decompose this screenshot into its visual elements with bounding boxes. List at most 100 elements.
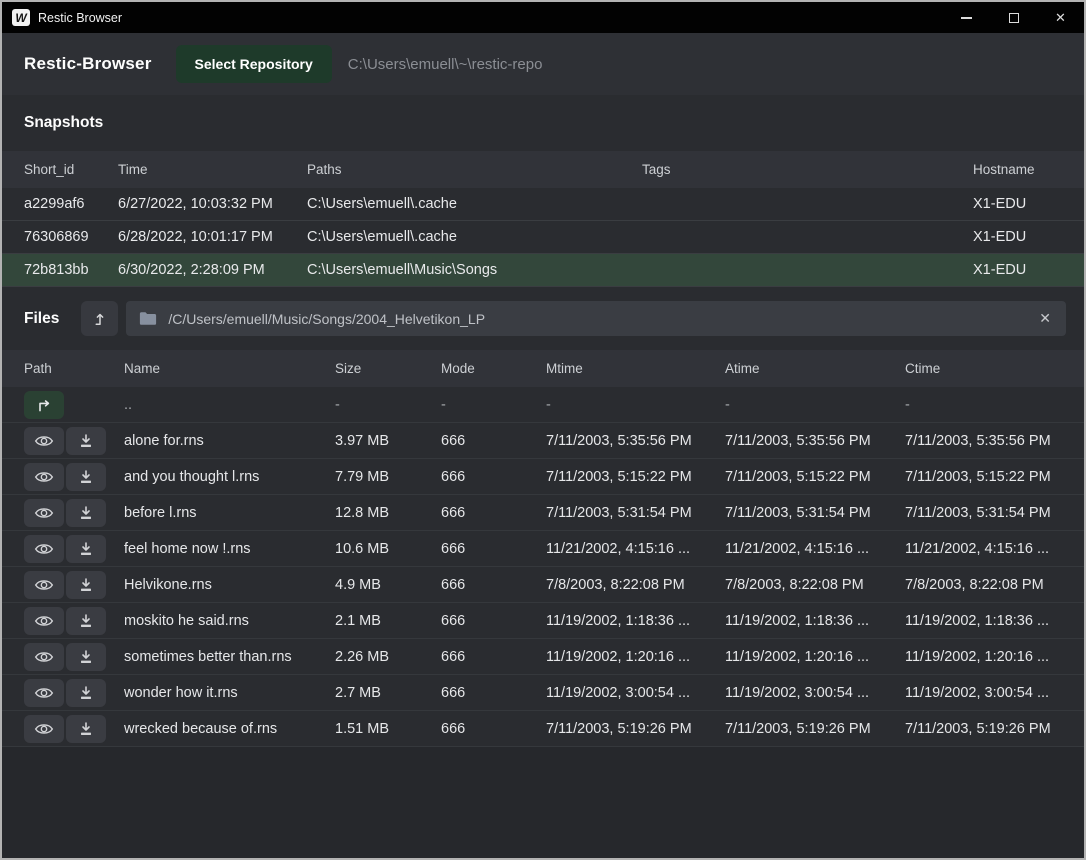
file-name: .. <box>124 397 335 413</box>
file-ctime: 11/21/2002, 4:15:16 ... <box>905 541 1084 557</box>
maximize-button[interactable] <box>990 2 1037 33</box>
file-row[interactable]: and you thought l.rns7.79 MB6667/11/2003… <box>2 459 1084 495</box>
snapshot-row[interactable]: a2299af6 6/27/2022, 10:03:32 PM C:\Users… <box>2 188 1084 221</box>
file-size: 7.79 MB <box>335 469 441 485</box>
file-size: 2.7 MB <box>335 685 441 701</box>
go-parent-directory-button[interactable] <box>24 391 64 419</box>
file-row[interactable]: sometimes better than.rns2.26 MB66611/19… <box>2 639 1084 675</box>
up-level-button[interactable] <box>81 301 118 336</box>
clear-path-button[interactable]: ✕ <box>1037 310 1053 327</box>
file-row[interactable]: moskito he said.rns2.1 MB66611/19/2002, … <box>2 603 1084 639</box>
download-file-button[interactable] <box>66 643 106 671</box>
file-name: alone for.rns <box>124 433 335 449</box>
repo-header: Restic-Browser Select Repository C:\User… <box>2 33 1084 95</box>
file-row[interactable]: before l.rns12.8 MB6667/11/2003, 5:31:54… <box>2 495 1084 531</box>
file-ctime: 7/11/2003, 5:19:26 PM <box>905 721 1084 737</box>
eye-icon <box>34 469 54 485</box>
parent-directory-row[interactable]: .. - - - - - <box>2 387 1084 423</box>
column-header-short-id: Short_id <box>24 162 118 177</box>
download-icon <box>78 721 94 737</box>
download-file-button[interactable] <box>66 463 106 491</box>
files-bar: Files /C/Users/emuell/Music/Songs/2004_H… <box>2 287 1084 350</box>
close-icon: ✕ <box>1055 10 1066 26</box>
current-path-value: /C/Users/emuell/Music/Songs/2004_Helveti… <box>168 311 1026 327</box>
eye-icon <box>34 505 54 521</box>
file-row[interactable]: alone for.rns3.97 MB6667/11/2003, 5:35:5… <box>2 423 1084 459</box>
close-button[interactable]: ✕ <box>1037 2 1084 33</box>
file-name: wonder how it.rns <box>124 685 335 701</box>
column-header-mtime: Mtime <box>546 361 725 376</box>
eye-icon <box>34 613 54 629</box>
column-header-atime: Atime <box>725 361 905 376</box>
download-file-button[interactable] <box>66 715 106 743</box>
snapshot-row-selected[interactable]: 72b813bb 6/30/2022, 2:28:09 PM C:\Users\… <box>2 254 1084 287</box>
file-size: 12.8 MB <box>335 505 441 521</box>
snapshot-short-id: a2299af6 <box>24 196 118 212</box>
file-size: 10.6 MB <box>335 541 441 557</box>
preview-file-button[interactable] <box>24 715 64 743</box>
maximize-icon <box>1009 13 1019 23</box>
snapshots-section-title: Snapshots <box>2 95 1084 151</box>
file-row[interactable]: Helvikone.rns4.9 MB6667/8/2003, 8:22:08 … <box>2 567 1084 603</box>
preview-file-button[interactable] <box>24 427 64 455</box>
titlebar: W Restic Browser ✕ <box>2 2 1084 33</box>
file-size: - <box>335 397 441 413</box>
preview-file-button[interactable] <box>24 535 64 563</box>
file-atime: 7/11/2003, 5:31:54 PM <box>725 505 905 521</box>
snapshot-hostname: X1-EDU <box>973 196 1084 212</box>
file-name: and you thought l.rns <box>124 469 335 485</box>
file-name: sometimes better than.rns <box>124 649 335 665</box>
file-mtime: 7/11/2003, 5:19:26 PM <box>546 721 725 737</box>
snapshot-time: 6/30/2022, 2:28:09 PM <box>118 262 307 278</box>
preview-file-button[interactable] <box>24 499 64 527</box>
minimize-button[interactable] <box>943 2 990 33</box>
preview-file-button[interactable] <box>24 679 64 707</box>
column-header-paths: Paths <box>307 162 642 177</box>
download-file-button[interactable] <box>66 679 106 707</box>
file-name: before l.rns <box>124 505 335 521</box>
file-size: 4.9 MB <box>335 577 441 593</box>
snapshot-hostname: X1-EDU <box>973 262 1084 278</box>
column-header-hostname: Hostname <box>973 162 1084 177</box>
file-atime: 7/11/2003, 5:35:56 PM <box>725 433 905 449</box>
file-mode: 666 <box>441 505 546 521</box>
file-mode: 666 <box>441 685 546 701</box>
file-ctime: 11/19/2002, 3:00:54 ... <box>905 685 1084 701</box>
file-mode: 666 <box>441 577 546 593</box>
file-row[interactable]: feel home now !.rns10.6 MB66611/21/2002,… <box>2 531 1084 567</box>
file-row[interactable]: wonder how it.rns2.7 MB66611/19/2002, 3:… <box>2 675 1084 711</box>
preview-file-button[interactable] <box>24 571 64 599</box>
preview-file-button[interactable] <box>24 463 64 491</box>
column-header-ctime: Ctime <box>905 361 1084 376</box>
download-file-button[interactable] <box>66 535 106 563</box>
download-icon <box>78 649 94 665</box>
files-table-header: Path Name Size Mode Mtime Atime Ctime <box>2 350 1084 387</box>
file-ctime: 7/11/2003, 5:31:54 PM <box>905 505 1084 521</box>
preview-file-button[interactable] <box>24 607 64 635</box>
download-file-button[interactable] <box>66 607 106 635</box>
file-size: 2.26 MB <box>335 649 441 665</box>
app-window: W Restic Browser ✕ Restic-Browser Select… <box>0 0 1086 860</box>
file-mtime: 7/11/2003, 5:31:54 PM <box>546 505 725 521</box>
eye-icon <box>34 721 54 737</box>
current-path-input[interactable]: /C/Users/emuell/Music/Songs/2004_Helveti… <box>126 301 1066 336</box>
eye-icon <box>34 541 54 557</box>
download-file-button[interactable] <box>66 571 106 599</box>
app-name: Restic-Browser <box>24 54 152 74</box>
download-file-button[interactable] <box>66 499 106 527</box>
file-name: wrecked because of.rns <box>124 721 335 737</box>
snapshot-time: 6/28/2022, 10:01:17 PM <box>118 229 307 245</box>
file-row[interactable]: wrecked because of.rns1.51 MB6667/11/200… <box>2 711 1084 747</box>
file-atime: 7/11/2003, 5:19:26 PM <box>725 721 905 737</box>
window-title: Restic Browser <box>38 11 122 25</box>
snapshot-paths: C:\Users\emuell\Music\Songs <box>307 262 642 278</box>
select-repository-button[interactable]: Select Repository <box>176 45 332 83</box>
file-mtime: 11/19/2002, 3:00:54 ... <box>546 685 725 701</box>
download-icon <box>78 433 94 449</box>
snapshots-table-header: Short_id Time Paths Tags Hostname <box>2 151 1084 188</box>
download-file-button[interactable] <box>66 427 106 455</box>
file-atime: 11/19/2002, 3:00:54 ... <box>725 685 905 701</box>
snapshot-paths: C:\Users\emuell\.cache <box>307 196 642 212</box>
snapshot-row[interactable]: 76306869 6/28/2022, 10:01:17 PM C:\Users… <box>2 221 1084 254</box>
preview-file-button[interactable] <box>24 643 64 671</box>
